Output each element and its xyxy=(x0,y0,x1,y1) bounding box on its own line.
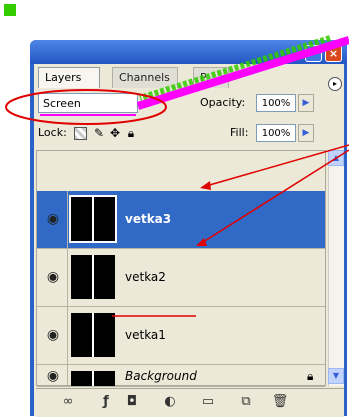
layer-lock-icon: 🔒︎ xyxy=(307,369,314,383)
layer-row-vetka2[interactable]: ◉ vetka2 xyxy=(37,249,325,307)
layer-thumbnail xyxy=(69,195,117,243)
panel-menu-icon[interactable]: ▸ xyxy=(328,77,342,91)
layers-toolbar xyxy=(36,388,344,417)
eye-icon[interactable]: ◉ xyxy=(39,365,68,386)
layer-name: vetka1 xyxy=(125,328,166,342)
scroll-up-icon[interactable]: ▲ xyxy=(328,150,344,166)
scroll-down-icon[interactable]: ▼ xyxy=(328,368,344,384)
eye-icon[interactable]: ◉ xyxy=(39,249,68,306)
padlock-icon[interactable]: 🔒︎ xyxy=(124,126,138,140)
close-button[interactable]: × xyxy=(325,45,342,62)
tab-channels[interactable]: Channels xyxy=(112,67,178,88)
layer-thumbnail xyxy=(71,313,115,357)
layer-thumbnail xyxy=(71,371,115,386)
eye-icon[interactable]: ◉ xyxy=(39,307,68,364)
opacity-slider-button[interactable]: ▶ xyxy=(298,94,314,112)
minimize-button[interactable] xyxy=(305,45,322,62)
brush-icon[interactable]: ✎ xyxy=(92,126,106,140)
tab-paths[interactable]: P xyxy=(193,67,229,88)
layer-list-scrollbar[interactable] xyxy=(328,150,344,386)
fill-label: Fill: xyxy=(230,126,249,139)
layer-thumbnail xyxy=(71,255,115,299)
move-icon[interactable]: ✥ xyxy=(108,126,122,140)
layer-row-vetka1[interactable]: ◉ vetka1 xyxy=(37,307,325,365)
delete-layer-icon[interactable]: 🗑︎ xyxy=(270,393,290,411)
new-layer-icon[interactable]: ⧉ xyxy=(236,393,256,411)
layer-row-background[interactable]: ◉ Background 🔒︎ xyxy=(37,365,325,387)
lock-label: Lock: xyxy=(38,126,67,139)
fill-field[interactable]: 100% xyxy=(256,124,296,142)
new-group-icon[interactable]: ▭ xyxy=(198,393,218,411)
tab-layers[interactable]: Layers xyxy=(38,67,100,88)
eye-icon[interactable]: ◉ xyxy=(39,191,68,248)
layer-row-vetka3[interactable]: ◉ vetka3 xyxy=(37,191,325,249)
green-marker xyxy=(4,4,16,16)
opacity-label: Opacity: xyxy=(200,96,246,109)
fill-slider-button[interactable]: ▶ xyxy=(298,124,314,142)
link-layers-icon[interactable]: ∞ xyxy=(58,393,78,411)
lock-transparent-icon[interactable] xyxy=(74,127,87,140)
title-bar xyxy=(30,40,347,64)
layer-name: vetka2 xyxy=(125,270,166,284)
adjustment-layer-icon[interactable]: ◐ xyxy=(160,393,180,411)
add-mask-icon[interactable]: ◘ xyxy=(122,393,142,411)
layer-style-icon[interactable]: ƒ xyxy=(96,393,116,411)
blend-mode-select[interactable]: Screen xyxy=(38,93,138,113)
layer-name: Background xyxy=(125,369,197,383)
layer-name: vetka3 xyxy=(125,212,172,226)
opacity-field[interactable]: 100% xyxy=(256,94,296,112)
